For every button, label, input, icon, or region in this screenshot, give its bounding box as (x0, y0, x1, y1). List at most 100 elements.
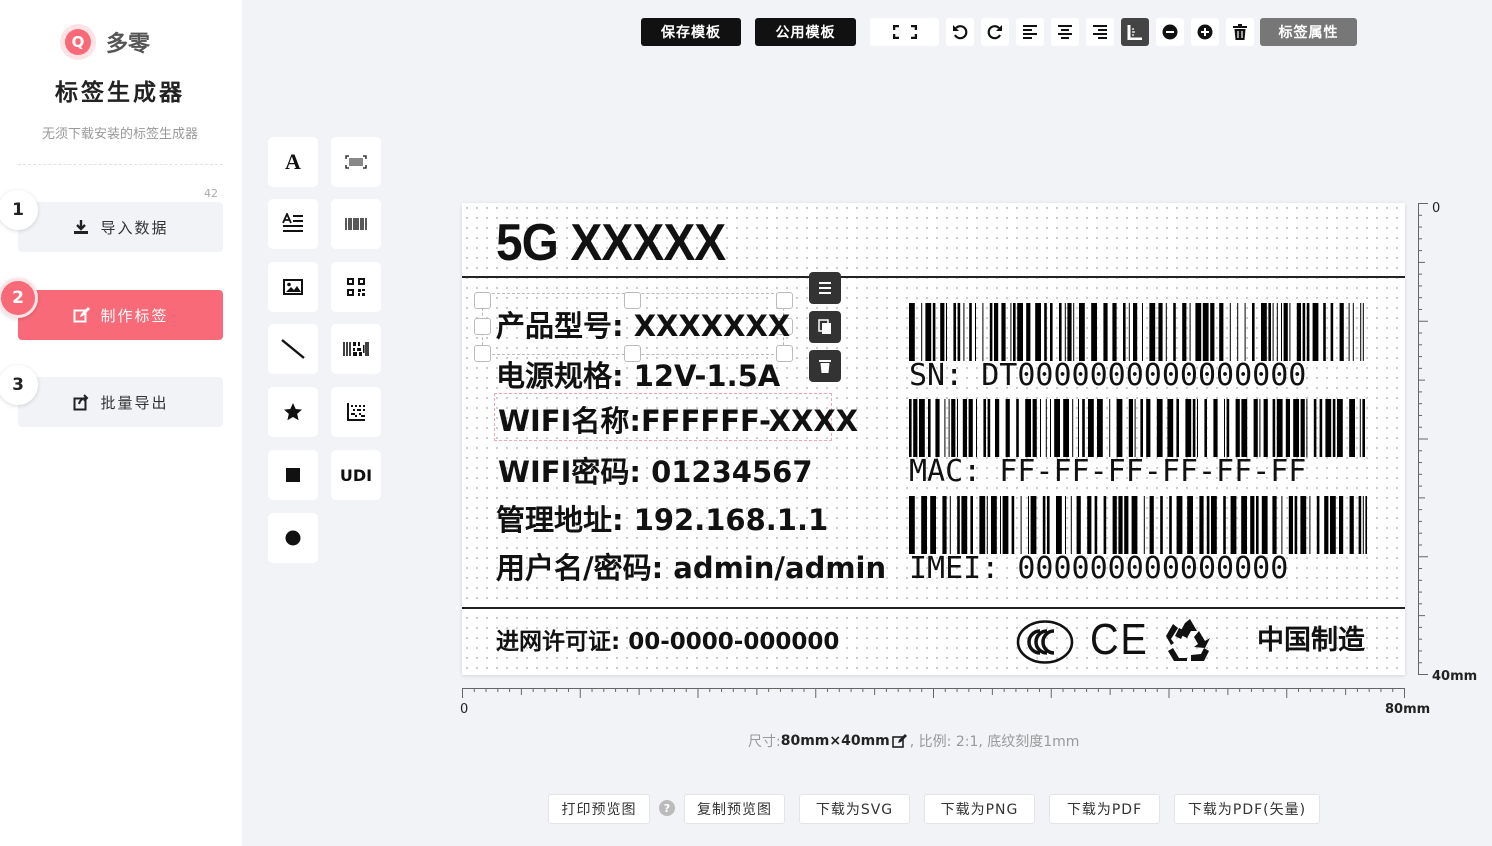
star-shape-tool[interactable] (268, 387, 318, 437)
edit-size-icon[interactable] (891, 733, 908, 749)
barcode-sn-text[interactable]: SN: DT0000000000000000 (909, 358, 1306, 393)
matrix-code-tool[interactable] (331, 387, 381, 437)
logo-icon: Q (60, 24, 96, 60)
resize-handle[interactable] (474, 318, 491, 335)
pdf417-icon (343, 342, 369, 356)
recycle-icon[interactable] (1165, 617, 1215, 665)
download-png-button[interactable]: 下载为PNG (924, 794, 1035, 824)
label-properties-button[interactable]: 标签属性 (1260, 18, 1357, 46)
barcode-imei-text[interactable]: IMEI: 000000000000000 (909, 551, 1288, 586)
size-info: 尺寸: 80mm×40mm , 比例: 2:1, 底纹刻度1mm (748, 731, 1079, 751)
step-batch-export[interactable]: 批量导出 (18, 377, 223, 427)
step-import-data[interactable]: 导入数据 (18, 202, 223, 252)
copy-icon (818, 319, 831, 334)
trash-icon (819, 360, 831, 373)
vertical-ruler (1418, 203, 1430, 675)
label-line-wifi-password[interactable]: WIFI密码: 01234567 (498, 449, 813, 491)
layer-menu-button[interactable] (809, 272, 841, 304)
resize-handle[interactable] (474, 292, 491, 309)
barcode-imei[interactable] (909, 496, 1369, 554)
ruler-toggle-button[interactable] (1121, 18, 1149, 46)
download-icon (72, 218, 90, 236)
zoom-in-button[interactable] (1191, 18, 1219, 46)
print-preview-button[interactable]: 打印预览图 (548, 794, 650, 824)
label-line-wifi-name[interactable]: WIFI名称:FFFFFF-XXXX (498, 398, 858, 440)
data-count: 42 (204, 187, 218, 200)
barcode-mac-text[interactable]: MAC: FF-FF-FF-FF-FF-FF (909, 454, 1306, 489)
image-tool[interactable] (268, 262, 318, 312)
app-title: 标签生成器 (55, 80, 185, 106)
datamatrix-barcode-tool[interactable] (331, 324, 381, 374)
barcode-scan-tool[interactable] (331, 137, 381, 187)
redo-button[interactable] (981, 18, 1009, 46)
delete-button[interactable] (1226, 18, 1254, 46)
help-icon[interactable]: ? (659, 800, 675, 816)
menu-icon (819, 282, 831, 294)
step-label: 制作标签 (100, 306, 169, 325)
circle-icon (285, 530, 301, 546)
save-template-button[interactable]: 保存模板 (641, 18, 741, 46)
network-license[interactable]: 进网许可证: 00-0000-000000 (496, 622, 839, 656)
label-line-admin-address[interactable]: 管理地址: 192.168.1.1 (496, 497, 828, 539)
label-title[interactable]: 5G XXXXX (496, 213, 726, 273)
barcode-mac[interactable] (909, 399, 1369, 457)
horizontal-ruler (462, 688, 1405, 700)
delete-element-button[interactable] (809, 350, 841, 382)
step-make-label[interactable]: 制作标签 (18, 290, 223, 340)
fullscreen-button[interactable] (870, 18, 939, 46)
label-canvas[interactable]: 5G XXXXX 产品型号: XXXXXXX 电源规格: 12V-1.5A WI… (462, 203, 1405, 675)
paragraph-text-icon (282, 213, 303, 232)
text-icon: A (285, 149, 301, 174)
barcode-tool[interactable] (331, 199, 381, 249)
undo-button[interactable] (946, 18, 974, 46)
redo-icon (987, 25, 1002, 40)
udi-label: UDI (339, 465, 373, 485)
zoom-out-button[interactable] (1156, 18, 1184, 46)
label-divider-top[interactable] (462, 276, 1405, 278)
scan-barcode-icon (345, 155, 367, 169)
ruler-icon (1127, 25, 1142, 40)
star-icon (284, 403, 302, 421)
ruler-y-end: 40mm (1432, 669, 1478, 684)
label-divider-bottom[interactable] (462, 607, 1405, 609)
align-left-button[interactable] (1016, 18, 1044, 46)
fullscreen-icon (892, 25, 917, 39)
label-line-power[interactable]: 电源规格: 12V-1.5A (496, 353, 780, 395)
align-center-icon (1058, 25, 1072, 39)
download-pdf-button[interactable]: 下载为PDF (1049, 794, 1160, 824)
datamatrix-icon (347, 403, 365, 421)
barcode-sn[interactable] (909, 303, 1369, 361)
rectangle-shape-tool[interactable] (268, 450, 318, 500)
align-right-button[interactable] (1086, 18, 1114, 46)
label-size: 80mm×40mm (780, 733, 890, 749)
label-line-model[interactable]: 产品型号: XXXXXXX (496, 303, 790, 345)
ce-mark[interactable]: CE (1090, 615, 1149, 665)
logo: Q 多零 (60, 24, 150, 60)
multiline-text-tool[interactable] (268, 199, 318, 249)
ccc-mark-icon[interactable] (1016, 619, 1074, 665)
line-tool[interactable] (268, 324, 318, 374)
share-icon (72, 393, 90, 411)
resize-handle[interactable] (474, 345, 491, 362)
download-pdf-vector-button[interactable]: 下载为PDF(矢量) (1174, 794, 1320, 824)
made-in-china[interactable]: 中国制造 (1257, 618, 1365, 657)
label-line-credentials[interactable]: 用户名/密码: admin/admin (496, 545, 886, 587)
divider (18, 164, 223, 165)
qrcode-icon (347, 278, 365, 296)
download-svg-button[interactable]: 下载为SVG (799, 794, 910, 824)
qrcode-tool[interactable] (331, 262, 381, 312)
circle-shape-tool[interactable] (268, 513, 318, 563)
align-right-icon (1093, 25, 1107, 39)
copy-preview-button[interactable]: 复制预览图 (684, 794, 785, 824)
udi-tool[interactable]: UDI (331, 450, 381, 500)
public-template-button[interactable]: 公用模板 (755, 18, 856, 46)
ruler-x-end: 80mm (1385, 702, 1431, 717)
barcode-icon (345, 218, 367, 230)
line-icon (281, 339, 305, 359)
undo-icon (953, 25, 968, 40)
image-icon (283, 279, 303, 295)
copy-element-button[interactable] (809, 311, 841, 343)
scale-info: , 比例: 2:1, 底纹刻度1mm (909, 734, 1080, 750)
align-center-button[interactable] (1051, 18, 1079, 46)
text-tool[interactable]: A (268, 137, 318, 187)
